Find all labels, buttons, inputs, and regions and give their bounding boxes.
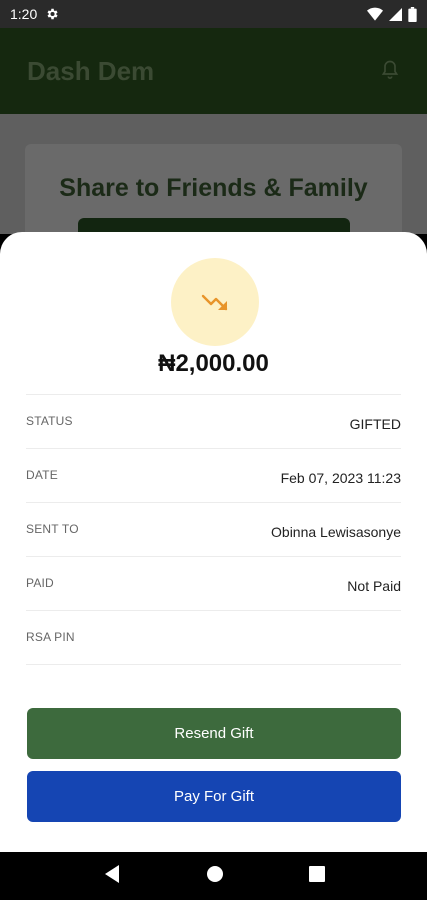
- home-icon[interactable]: [206, 865, 224, 888]
- bell-icon[interactable]: [380, 58, 400, 85]
- transaction-sheet: ₦2,000.00 STATUS GIFTED DATE Feb 07, 202…: [0, 232, 427, 852]
- app-body: Share to Friends & Family: [0, 114, 427, 264]
- gift-amount: ₦2,000.00: [158, 350, 269, 377]
- navigation-bar: [0, 852, 427, 900]
- wifi-icon: [367, 7, 383, 21]
- detail-row-paid: PAID Not Paid: [26, 556, 401, 610]
- detail-label: PAID: [26, 576, 54, 590]
- status-time: 1:20: [10, 6, 38, 22]
- resend-gift-button[interactable]: Resend Gift: [27, 708, 401, 759]
- trending-down-icon: [171, 258, 259, 346]
- detail-label: DATE: [26, 468, 58, 482]
- share-card-title: Share to Friends & Family: [59, 174, 368, 202]
- detail-value: Obinna Lewisasonye: [271, 524, 401, 540]
- detail-list: STATUS GIFTED DATE Feb 07, 2023 11:23 SE…: [26, 394, 401, 665]
- detail-value: Not Paid: [347, 578, 401, 594]
- detail-label: RSA PIN: [26, 630, 75, 644]
- back-icon[interactable]: [103, 864, 121, 889]
- detail-row-sent-to: SENT TO Obinna Lewisasonye: [26, 502, 401, 556]
- detail-label: SENT TO: [26, 522, 79, 536]
- divider: [26, 664, 401, 665]
- detail-row-status: STATUS GIFTED: [26, 394, 401, 448]
- detail-label: STATUS: [26, 414, 73, 428]
- detail-value: GIFTED: [349, 416, 401, 432]
- battery-icon: [408, 6, 417, 22]
- detail-value: Feb 07, 2023 11:23: [280, 470, 401, 486]
- detail-row-rsa-pin: RSA PIN: [26, 610, 401, 664]
- pay-for-gift-button[interactable]: Pay For Gift: [27, 771, 401, 822]
- signal-icon: [389, 7, 402, 21]
- detail-row-date: DATE Feb 07, 2023 11:23: [26, 448, 401, 502]
- recents-icon[interactable]: [308, 865, 325, 887]
- status-bar: 1:20: [0, 0, 427, 28]
- gear-icon: [45, 7, 59, 21]
- app-bar: Dash Dem: [0, 28, 427, 114]
- app-title: Dash Dem: [27, 55, 155, 86]
